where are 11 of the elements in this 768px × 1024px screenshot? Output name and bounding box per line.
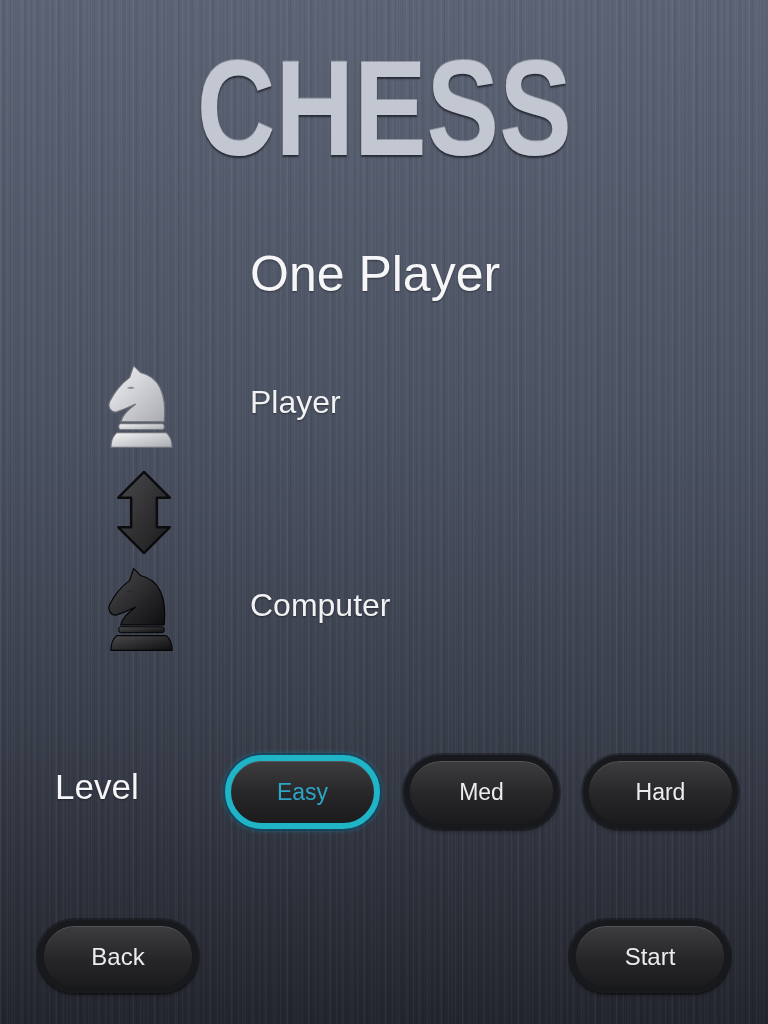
start-button[interactable]: Start — [570, 920, 730, 993]
level-button[interactable]: Hard — [583, 755, 738, 829]
level-button[interactable]: Easy — [225, 755, 380, 829]
level-button[interactable]: Med — [404, 755, 559, 829]
side-label: Player — [250, 383, 341, 422]
side-label: Computer — [250, 586, 391, 625]
back-button[interactable]: Back — [38, 920, 198, 993]
swap-arrow-icon[interactable] — [115, 470, 173, 555]
game-title: CHESS — [196, 40, 572, 176]
mode-heading: One Player — [250, 245, 501, 304]
level-label: Level — [55, 766, 139, 808]
